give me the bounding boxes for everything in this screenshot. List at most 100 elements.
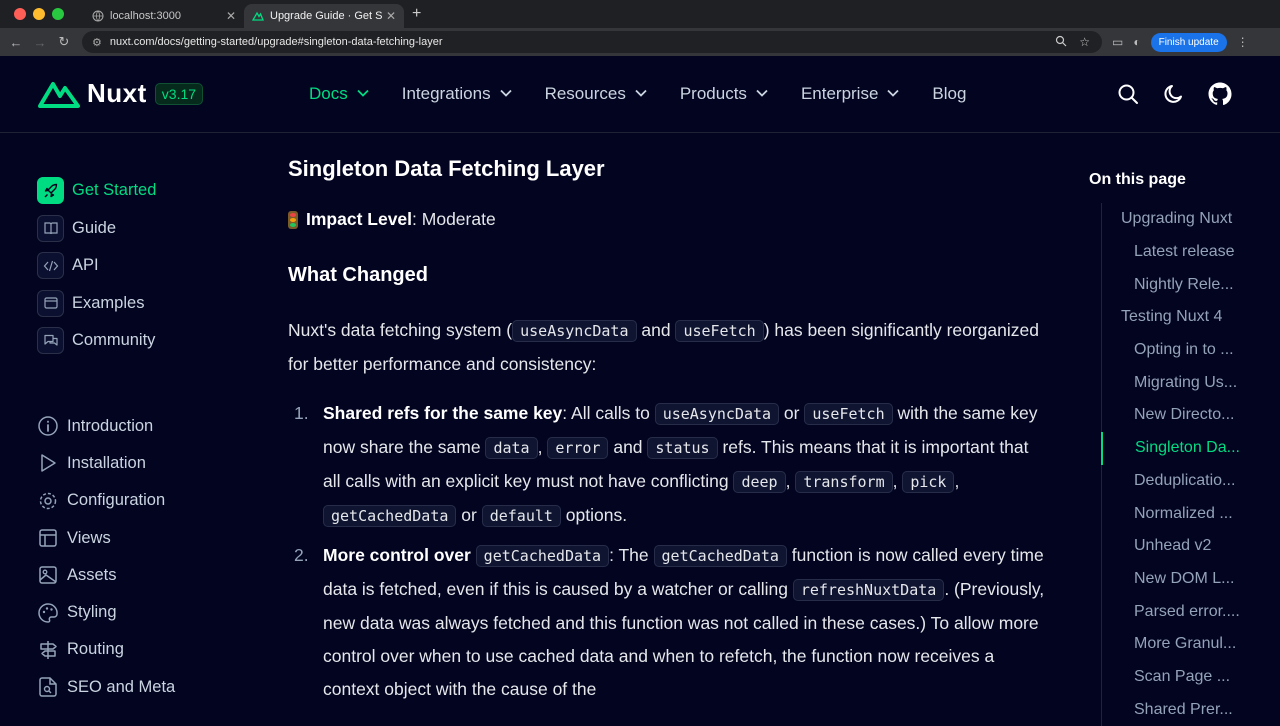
toc-item[interactable]: Shared Prer... — [1102, 693, 1269, 726]
globe-icon — [92, 10, 104, 22]
rocket-icon — [37, 177, 64, 205]
text: : The — [609, 545, 654, 565]
search-icon[interactable] — [1116, 82, 1140, 106]
sidebar-item-assets[interactable]: Assets — [37, 557, 257, 594]
toc-item[interactable]: New DOM L... — [1102, 563, 1269, 596]
palette-icon — [37, 602, 59, 624]
close-window-button[interactable] — [14, 8, 26, 20]
file-search-icon — [37, 676, 59, 698]
toc-item[interactable]: More Granul... — [1102, 628, 1269, 661]
impact-level: Impact Level: Moderate — [288, 209, 1048, 230]
sidebar-item-configuration[interactable]: Configuration — [37, 482, 257, 519]
list-number: 1. — [294, 403, 309, 423]
subheading[interactable]: What Changed — [288, 264, 1048, 287]
toc-item[interactable]: New Directo... — [1102, 399, 1269, 432]
item-title: More control over — [323, 545, 476, 565]
sidebar-item-installation[interactable]: Installation — [37, 445, 257, 482]
finish-update-button[interactable]: Finish update — [1150, 32, 1227, 52]
book-icon — [37, 214, 64, 242]
minimize-window-button[interactable] — [33, 8, 45, 20]
nav-products[interactable]: Products — [680, 84, 768, 104]
address-bar[interactable]: ⚙ nuxt.com/docs/getting-started/upgrade#… — [82, 31, 1102, 53]
list-item: 1. Shared refs for the same key: All call… — [288, 397, 1048, 533]
sidebar-item-api[interactable]: API — [37, 247, 257, 285]
impact-label: Impact Level — [306, 209, 413, 229]
inline-code: getCachedData — [653, 545, 787, 567]
extension-icon[interactable]: ◐ — [1133, 35, 1140, 49]
gear-icon — [37, 490, 59, 512]
version-badge[interactable]: v3.17 — [154, 82, 204, 105]
dark-mode-moon-icon[interactable] — [1162, 82, 1186, 106]
tab-title: localhost:3000 — [110, 10, 181, 22]
close-tab-icon[interactable]: ✕ — [386, 9, 396, 23]
browser-tab-localhost[interactable]: localhost:3000 ✕ — [84, 4, 244, 28]
nav-label: Enterprise — [800, 84, 879, 103]
toc-item[interactable]: Parsed error.... — [1102, 595, 1269, 628]
forward-icon[interactable]: → — [28, 35, 52, 50]
url-text[interactable]: nuxt.com/docs/getting-started/upgrade#si… — [110, 36, 1055, 48]
sidebar-item-get-started[interactable]: Get Started — [37, 172, 257, 210]
back-icon[interactable]: ← — [4, 35, 28, 50]
sidebar-item-views[interactable]: Views — [37, 519, 257, 556]
sidebar-item-examples[interactable]: Examples — [37, 285, 257, 323]
sidebar-item-routing[interactable]: Routing — [37, 631, 257, 668]
maximize-window-button[interactable] — [52, 8, 64, 20]
sidebar-item-label: Introduction — [67, 416, 154, 435]
sidebar-item-seo-and-meta[interactable]: SEO and Meta — [37, 669, 257, 706]
toc-item[interactable]: Opting in to ... — [1102, 334, 1269, 367]
chevron-down-icon — [635, 88, 647, 100]
cast-icon[interactable]: ▭ — [1112, 35, 1123, 49]
section-heading[interactable]: Singleton Data Fetching Layer — [288, 156, 1048, 182]
chevron-down-icon — [887, 88, 900, 100]
intro-paragraph: Nuxt's data fetching system (useAsyncDat… — [288, 314, 1048, 381]
browser-tab-upgrade-guide[interactable]: Upgrade Guide · Get Started ✕ — [244, 4, 404, 28]
toc-item[interactable]: Scan Page ... — [1102, 661, 1269, 694]
sidebar-pages: Introduction Installation Configuration … — [37, 408, 257, 706]
inline-code: refreshNuxtData — [792, 579, 945, 601]
inline-code: useAsyncData — [654, 403, 780, 425]
toc-item[interactable]: Testing Nuxt 4 — [1102, 301, 1269, 334]
toc-item[interactable]: Upgrading Nuxt — [1102, 203, 1269, 236]
toc-item[interactable]: Deduplicatio... — [1102, 465, 1269, 498]
docs-sidebar: Get Started Guide API Examples Community — [37, 172, 257, 706]
reload-icon[interactable]: ↻ — [52, 34, 76, 50]
sidebar-item-label: Configuration — [67, 491, 166, 510]
inline-code: getCachedData — [475, 545, 610, 567]
github-icon[interactable] — [1208, 82, 1232, 106]
chevron-down-icon — [357, 88, 369, 100]
toc-item[interactable]: Singleton Da... — [1101, 431, 1269, 465]
sidebar-item-introduction[interactable]: Introduction — [37, 408, 257, 445]
sidebar-item-guide[interactable]: Guide — [37, 210, 257, 248]
traffic-light-icon — [288, 210, 298, 229]
toc-item[interactable]: Latest release — [1102, 236, 1269, 269]
sidebar-item-styling[interactable]: Styling — [37, 594, 257, 631]
sidebar-item-label: Installation — [67, 453, 146, 472]
new-tab-icon[interactable]: + — [412, 5, 421, 23]
nav-resources[interactable]: Resources — [545, 84, 647, 104]
text: options. — [560, 505, 628, 525]
toc-item[interactable]: Unhead v2 — [1102, 530, 1269, 563]
nuxt-logo[interactable]: Nuxt v3.17 — [37, 78, 204, 109]
sidebar-item-community[interactable]: Community — [37, 322, 257, 360]
close-tab-icon[interactable]: ✕ — [226, 9, 236, 23]
bookmark-star-icon[interactable]: ☆ — [1079, 35, 1090, 49]
sidebar-item-label: Styling — [67, 603, 117, 622]
list-item: 2. More control over getCachedData: The g… — [288, 539, 1048, 706]
toc-item[interactable]: Normalized ... — [1102, 497, 1269, 530]
toc-item[interactable]: Nightly Rele... — [1102, 268, 1269, 301]
nav-blog[interactable]: Blog — [932, 84, 966, 104]
table-of-contents: On this page Upgrading Nuxt Latest releas… — [1089, 171, 1269, 726]
site-info-icon[interactable]: ⚙ — [92, 36, 102, 49]
logo-text: Nuxt — [87, 78, 147, 108]
code-icon — [37, 252, 64, 280]
nav-docs[interactable]: Docs — [309, 84, 369, 104]
zoom-icon[interactable] — [1055, 35, 1067, 50]
nav-integrations[interactable]: Integrations — [402, 84, 512, 104]
toc-item[interactable]: Migrating Us... — [1102, 366, 1269, 399]
inline-code: useFetch — [675, 320, 764, 342]
sidebar-item-label: API — [72, 256, 99, 275]
site-header: Nuxt v3.17 Docs Integrations Resources P… — [0, 56, 1280, 133]
nuxt-favicon-icon — [251, 10, 264, 22]
nav-enterprise[interactable]: Enterprise — [800, 84, 900, 104]
more-menu-icon[interactable]: ⋮ — [1237, 35, 1249, 49]
